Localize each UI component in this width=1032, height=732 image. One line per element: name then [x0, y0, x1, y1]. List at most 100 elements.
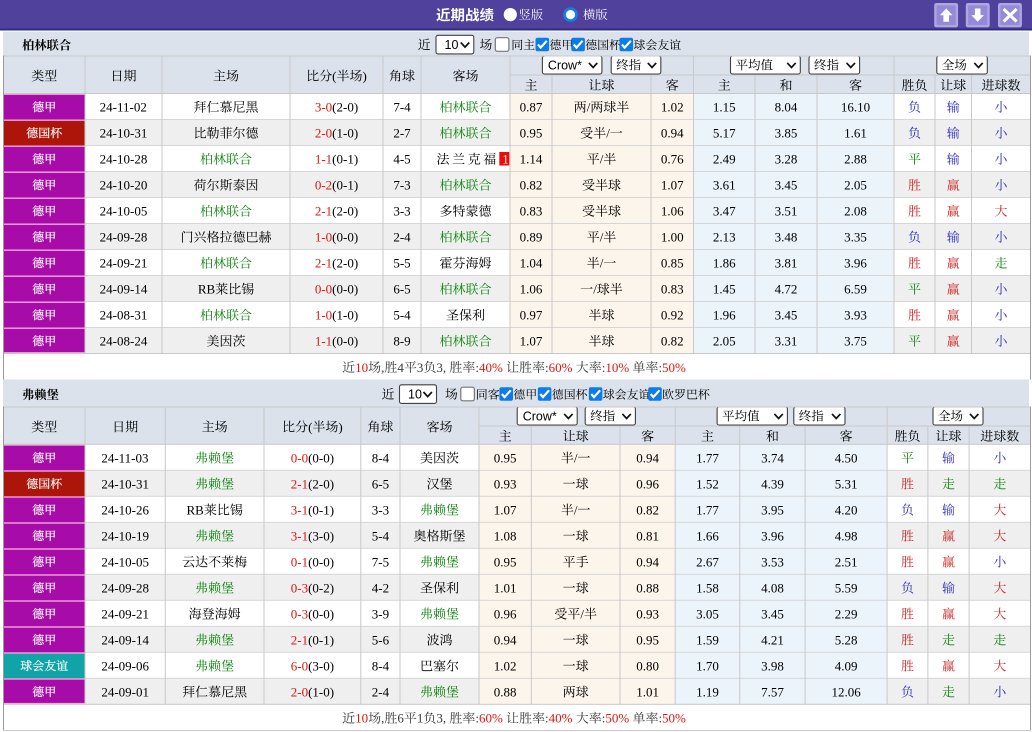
svg-text:1.77: 1.77 [696, 503, 719, 518]
svg-text:,: , [381, 711, 384, 726]
svg-text:1-1: 1-1 [315, 334, 332, 349]
svg-text:2-1: 2-1 [315, 204, 332, 219]
svg-text:1: 1 [417, 711, 424, 726]
svg-text:16.10: 16.10 [841, 100, 870, 115]
svg-text:50%: 50% [662, 360, 686, 375]
svg-text:2.05: 2.05 [844, 178, 867, 193]
svg-text:2.29: 2.29 [835, 607, 858, 622]
svg-text:3.75: 3.75 [844, 334, 867, 349]
svg-text:3: 3 [417, 360, 424, 375]
svg-text:2.67: 2.67 [696, 555, 719, 570]
svg-text:40%: 40% [549, 711, 576, 726]
svg-text:0.80: 0.80 [636, 659, 659, 674]
svg-text:6-5: 6-5 [372, 477, 389, 492]
svg-text:1.86: 1.86 [713, 256, 736, 271]
svg-text:0.94: 0.94 [636, 555, 659, 570]
svg-text:1.02: 1.02 [661, 100, 684, 115]
svg-text:4.21: 4.21 [761, 633, 784, 648]
svg-text:3.45: 3.45 [761, 607, 784, 622]
svg-text:/: / [587, 100, 591, 115]
svg-text:3.95: 3.95 [761, 503, 784, 518]
svg-text:12.06: 12.06 [831, 685, 861, 700]
svg-text:7.57: 7.57 [761, 685, 784, 700]
svg-text:(3-0): (3-0) [308, 659, 334, 674]
svg-text:0.93: 0.93 [636, 607, 659, 622]
svg-text:4.08: 4.08 [761, 581, 784, 596]
svg-text:2.49: 2.49 [713, 152, 736, 167]
svg-text:1.02: 1.02 [494, 659, 517, 674]
svg-text:1-0: 1-0 [315, 230, 332, 245]
svg-text:1.08: 1.08 [494, 529, 517, 544]
svg-text:24-09-14: 24-09-14 [100, 282, 148, 297]
svg-text:(: ( [332, 69, 336, 84]
svg-text:3.45: 3.45 [775, 308, 798, 323]
svg-text:0-3: 0-3 [291, 607, 308, 622]
svg-text:3.96: 3.96 [761, 529, 784, 544]
svg-text:1.01: 1.01 [494, 581, 517, 596]
svg-text:10: 10 [445, 38, 459, 52]
svg-text:1.19: 1.19 [696, 685, 719, 700]
svg-text:1.77: 1.77 [696, 451, 719, 466]
svg-text:(0-0): (0-0) [308, 451, 334, 466]
svg-text:(0-2): (0-2) [308, 581, 334, 596]
svg-text:50%: 50% [662, 711, 686, 726]
svg-text:(0-1): (0-1) [332, 178, 358, 193]
svg-text:3.45: 3.45 [775, 178, 798, 193]
svg-text:2.05: 2.05 [713, 334, 736, 349]
svg-text:3.51: 3.51 [775, 204, 798, 219]
svg-text:24-10-28: 24-10-28 [100, 152, 148, 167]
svg-text:24-09-21: 24-09-21 [100, 256, 148, 271]
svg-text:4.72: 4.72 [775, 282, 798, 297]
svg-text:1.04: 1.04 [520, 256, 543, 271]
svg-text:3.98: 3.98 [761, 659, 784, 674]
svg-text:3.05: 3.05 [696, 607, 719, 622]
svg-text:0.83: 0.83 [661, 282, 684, 297]
svg-text:0.95: 0.95 [636, 633, 659, 648]
svg-text:0.88: 0.88 [494, 685, 517, 700]
svg-text:2-0: 2-0 [291, 685, 308, 700]
svg-text:10: 10 [408, 387, 422, 401]
svg-text:24-09-01: 24-09-01 [101, 685, 149, 700]
svg-text:24-10-26: 24-10-26 [101, 503, 149, 518]
svg-text:10%: 10% [605, 360, 632, 375]
svg-text:1.07: 1.07 [494, 503, 517, 518]
svg-text:1: 1 [502, 153, 508, 167]
svg-text:/: / [606, 126, 610, 141]
svg-text:(0-1): (0-1) [308, 633, 334, 648]
svg-text:2-1: 2-1 [291, 477, 308, 492]
svg-text:24-10-05: 24-10-05 [100, 204, 148, 219]
svg-text:2.13: 2.13 [713, 230, 736, 245]
svg-text:(1-0): (1-0) [332, 126, 358, 141]
svg-text:6: 6 [397, 711, 404, 726]
svg-text:0.82: 0.82 [520, 178, 543, 193]
svg-text:5-6: 5-6 [372, 633, 390, 648]
svg-text:4-5: 4-5 [393, 152, 410, 167]
svg-text:2-0: 2-0 [315, 126, 332, 141]
svg-text:60%: 60% [479, 711, 506, 726]
svg-text:24-10-20: 24-10-20 [100, 178, 148, 193]
svg-text:3.93: 3.93 [844, 308, 867, 323]
svg-text:/: / [600, 230, 604, 245]
svg-text:5.31: 5.31 [835, 477, 858, 492]
svg-text:6-0: 6-0 [291, 659, 308, 674]
svg-text:0-0: 0-0 [291, 451, 308, 466]
svg-text:2-4: 2-4 [372, 685, 390, 700]
svg-text:(0-0): (0-0) [332, 230, 358, 245]
svg-text:24-11-02: 24-11-02 [100, 100, 147, 115]
svg-text:1.66: 1.66 [696, 529, 719, 544]
svg-text:2.88: 2.88 [844, 152, 867, 167]
svg-text:/: / [600, 152, 604, 167]
svg-text:3-3: 3-3 [393, 204, 410, 219]
svg-text:1.58: 1.58 [696, 581, 719, 596]
svg-text:24-09-14: 24-09-14 [101, 633, 149, 648]
svg-text:1.07: 1.07 [520, 334, 543, 349]
svg-text:0.88: 0.88 [636, 581, 659, 596]
svg-text:1.61: 1.61 [844, 126, 867, 141]
svg-text:4.98: 4.98 [835, 529, 858, 544]
svg-text:5.28: 5.28 [835, 633, 858, 648]
svg-text:3-0: 3-0 [315, 100, 332, 115]
svg-text:0-1: 0-1 [291, 555, 308, 570]
svg-text:0.94: 0.94 [494, 633, 517, 648]
svg-text:1.96: 1.96 [713, 308, 736, 323]
svg-text:3-1: 3-1 [291, 503, 308, 518]
